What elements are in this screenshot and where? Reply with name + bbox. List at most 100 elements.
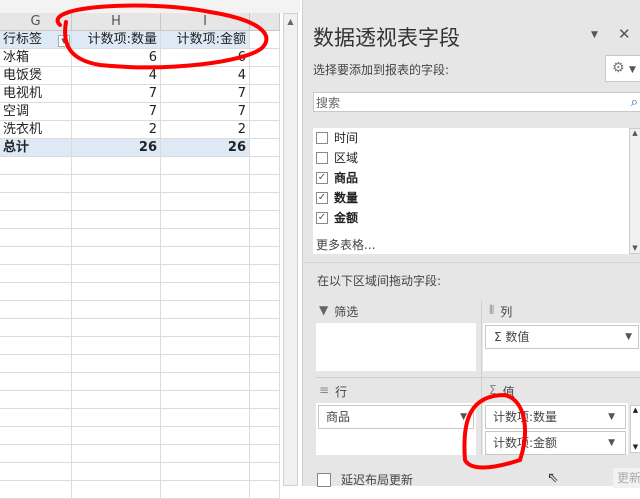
pivot-cell[interactable]: 26	[161, 139, 250, 157]
field-item[interactable]: 区域	[316, 148, 626, 168]
chevron-down-icon[interactable]: ▼	[460, 406, 467, 428]
empty-cell[interactable]	[161, 337, 250, 355]
empty-cell[interactable]	[0, 157, 72, 175]
empty-cell[interactable]	[0, 265, 72, 283]
empty-cell[interactable]	[72, 409, 161, 427]
empty-cell[interactable]	[250, 409, 280, 427]
empty-cell[interactable]	[72, 373, 161, 391]
empty-cell[interactable]	[0, 175, 72, 193]
pivot-cell[interactable]	[250, 31, 280, 49]
pivot-cell[interactable]: 总计	[0, 139, 72, 157]
empty-cell[interactable]	[161, 481, 250, 499]
chevron-down-icon[interactable]: ▼	[625, 326, 632, 348]
column-header-g[interactable]: G	[0, 13, 72, 31]
pivot-cell[interactable]: 4	[161, 67, 250, 85]
empty-cell[interactable]	[161, 211, 250, 229]
empty-cell[interactable]	[250, 427, 280, 445]
values-scrollbar[interactable]: ▲ ▼	[630, 405, 640, 453]
update-button[interactable]: 更新	[613, 468, 640, 488]
pivot-cell[interactable]	[250, 49, 280, 67]
empty-cell[interactable]	[72, 481, 161, 499]
defer-checkbox[interactable]	[317, 472, 331, 487]
pivot-cell[interactable]: 冰箱	[0, 49, 72, 67]
more-tables-link[interactable]: 更多表格...	[316, 236, 375, 253]
empty-cell[interactable]	[250, 247, 280, 265]
field-checkbox[interactable]: ✓	[316, 212, 328, 224]
empty-cell[interactable]	[0, 355, 72, 373]
pivot-cell[interactable]: 电饭煲	[0, 67, 72, 85]
empty-cell[interactable]	[161, 301, 250, 319]
field-list-scrollbar[interactable]: ▲ ▼	[629, 128, 640, 254]
pivot-cell[interactable]: 2	[161, 121, 250, 139]
scroll-up-icon[interactable]: ▲	[630, 129, 640, 137]
field-checkbox[interactable]: ✓	[316, 192, 328, 204]
empty-cell[interactable]	[0, 409, 72, 427]
pivot-cell[interactable]: 计数项:金额	[161, 31, 250, 49]
empty-cell[interactable]	[72, 463, 161, 481]
empty-cell[interactable]	[72, 229, 161, 247]
empty-cell[interactable]	[0, 427, 72, 445]
pivot-cell[interactable]: 7	[161, 85, 250, 103]
vertical-scrollbar[interactable]: ▲	[283, 13, 298, 486]
empty-cell[interactable]	[161, 427, 250, 445]
empty-cell[interactable]	[161, 157, 250, 175]
column-header-h[interactable]: H	[72, 13, 161, 31]
chevron-down-icon[interactable]: ▼	[608, 406, 615, 428]
field-item[interactable]: ✓ 商品	[316, 168, 626, 188]
empty-cell[interactable]	[161, 409, 250, 427]
empty-cell[interactable]	[72, 337, 161, 355]
defer-layout-update[interactable]: 延迟布局更新	[317, 471, 413, 488]
chevron-down-icon[interactable]: ▼	[608, 432, 615, 454]
empty-cell[interactable]	[72, 265, 161, 283]
empty-cell[interactable]	[250, 445, 280, 463]
empty-cell[interactable]	[161, 373, 250, 391]
empty-cell[interactable]	[72, 247, 161, 265]
empty-cell[interactable]	[0, 391, 72, 409]
empty-cell[interactable]	[72, 445, 161, 463]
empty-cell[interactable]	[0, 301, 72, 319]
empty-cell[interactable]	[0, 463, 72, 481]
pivot-cell[interactable]: 计数项:数量	[72, 31, 161, 49]
empty-cell[interactable]	[72, 427, 161, 445]
empty-cell[interactable]	[72, 283, 161, 301]
empty-cell[interactable]	[250, 319, 280, 337]
empty-cell[interactable]	[250, 265, 280, 283]
empty-cell[interactable]	[0, 211, 72, 229]
empty-cell[interactable]	[72, 157, 161, 175]
close-icon[interactable]: ✕	[618, 25, 631, 43]
empty-cell[interactable]	[161, 247, 250, 265]
empty-cell[interactable]	[0, 337, 72, 355]
empty-cell[interactable]	[0, 193, 72, 211]
empty-cell[interactable]	[250, 301, 280, 319]
pivot-cell[interactable]: 7	[72, 85, 161, 103]
empty-cell[interactable]	[0, 481, 72, 499]
empty-cell[interactable]	[161, 175, 250, 193]
panel-options-dropdown-icon[interactable]: ▼	[591, 30, 598, 40]
pivot-cell[interactable]: 7	[161, 103, 250, 121]
field-checkbox[interactable]	[316, 152, 328, 164]
scroll-down-icon[interactable]: ▼	[630, 244, 640, 252]
pivot-cell[interactable]: 空调	[0, 103, 72, 121]
empty-cell[interactable]	[0, 247, 72, 265]
pivot-cell[interactable]	[250, 103, 280, 121]
empty-cell[interactable]	[250, 229, 280, 247]
field-item[interactable]: ✓ 数量	[316, 188, 626, 208]
rows-item[interactable]: 商品 ▼	[318, 405, 474, 429]
pivot-cell[interactable]	[250, 139, 280, 157]
empty-cell[interactable]	[250, 283, 280, 301]
field-item[interactable]: 时间	[316, 128, 626, 148]
empty-cell[interactable]	[250, 391, 280, 409]
empty-cell[interactable]	[161, 355, 250, 373]
pivot-cell[interactable]	[250, 67, 280, 85]
empty-cell[interactable]	[72, 175, 161, 193]
empty-cell[interactable]	[250, 193, 280, 211]
empty-cell[interactable]	[161, 265, 250, 283]
scroll-down-icon[interactable]: ▼	[631, 443, 640, 451]
empty-cell[interactable]	[72, 391, 161, 409]
pivot-cell[interactable]: 电视机	[0, 85, 72, 103]
pivot-cell[interactable]: 6	[72, 49, 161, 67]
empty-cell[interactable]	[161, 463, 250, 481]
column-header-j[interactable]	[250, 13, 280, 31]
empty-cell[interactable]	[161, 283, 250, 301]
values-item[interactable]: 计数项:数量 ▼	[485, 405, 626, 429]
